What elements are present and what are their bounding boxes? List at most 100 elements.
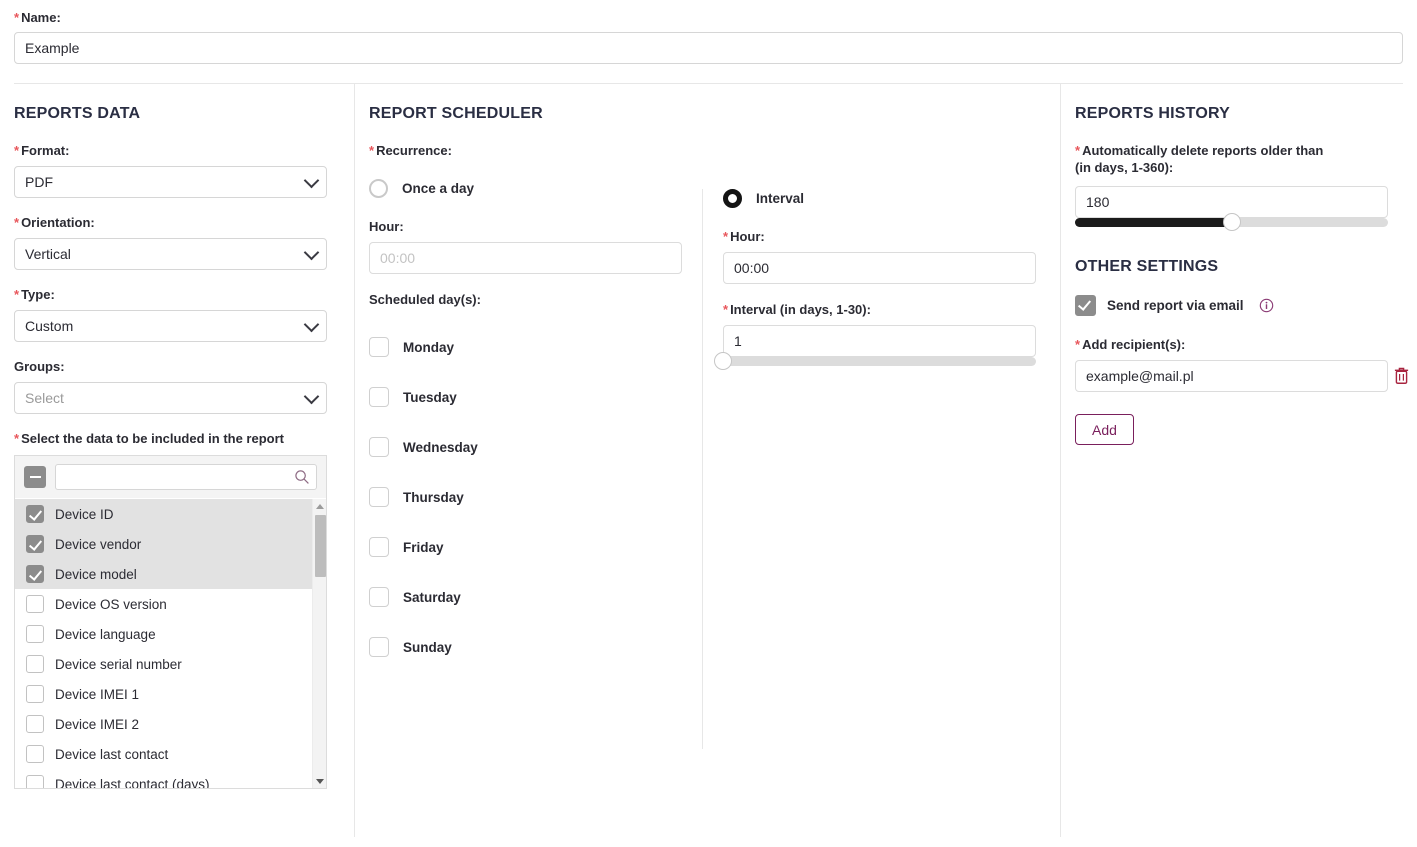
radio-interval-label: Interval bbox=[756, 191, 805, 206]
data-option-row[interactable]: Device last contact (days) bbox=[15, 769, 312, 788]
add-recipient-button[interactable]: Add bbox=[1075, 414, 1134, 445]
send-report-via-email-row[interactable]: Send report via email bbox=[1075, 295, 1403, 316]
info-icon[interactable] bbox=[1259, 298, 1274, 313]
data-option-checkbox[interactable] bbox=[26, 685, 44, 703]
name-input[interactable]: Example bbox=[14, 32, 1403, 64]
orientation-select[interactable]: Vertical bbox=[14, 238, 327, 270]
required-asterisk: * bbox=[14, 10, 20, 25]
scheduled-day-checkbox[interactable] bbox=[369, 587, 389, 607]
scheduled-day-row[interactable]: Friday bbox=[369, 522, 692, 572]
scheduled-day-label: Saturday bbox=[403, 589, 461, 605]
slider-knob[interactable] bbox=[1222, 213, 1241, 231]
data-option-checkbox[interactable] bbox=[26, 715, 44, 733]
required-asterisk: * bbox=[14, 143, 20, 158]
trash-icon[interactable] bbox=[1393, 366, 1410, 385]
interval-days-slider[interactable] bbox=[714, 352, 1036, 370]
required-asterisk: * bbox=[723, 302, 729, 317]
groups-label: Groups: bbox=[14, 359, 65, 374]
radio-interval-indicator[interactable] bbox=[723, 189, 742, 208]
scheduled-day-checkbox[interactable] bbox=[369, 637, 389, 657]
slider-knob[interactable] bbox=[714, 352, 732, 370]
data-search-wrapper[interactable] bbox=[55, 464, 317, 490]
format-select[interactable]: PDF bbox=[14, 166, 327, 198]
once-hour-input[interactable]: 00:00 bbox=[369, 242, 682, 274]
scheduled-day-label: Wednesday bbox=[403, 439, 478, 455]
scheduled-day-label: Monday bbox=[403, 339, 455, 355]
send-report-via-email-checkbox[interactable] bbox=[1075, 295, 1096, 316]
data-list-scrollbar[interactable] bbox=[312, 499, 326, 788]
interval-hour-input[interactable]: 00:00 bbox=[723, 252, 1036, 284]
data-option-row[interactable]: Device IMEI 1 bbox=[15, 679, 312, 709]
data-option-label: Device IMEI 2 bbox=[55, 716, 140, 732]
reports-history-column: REPORTS HISTORY * Automatically delete re… bbox=[1060, 84, 1417, 837]
data-picker-header bbox=[15, 456, 326, 498]
scheduled-day-row[interactable]: Tuesday bbox=[369, 372, 692, 422]
scheduled-day-row[interactable]: Thursday bbox=[369, 472, 692, 522]
required-asterisk: * bbox=[1075, 337, 1081, 352]
scheduled-days-label: Scheduled day(s): bbox=[369, 292, 481, 307]
slider-fill bbox=[1075, 218, 1232, 227]
data-option-row[interactable]: Device OS version bbox=[15, 589, 312, 619]
chevron-down-icon bbox=[303, 172, 320, 189]
type-select[interactable]: Custom bbox=[14, 310, 327, 342]
groups-select[interactable]: Select bbox=[14, 382, 327, 414]
data-option-row[interactable]: Device IMEI 2 bbox=[15, 709, 312, 739]
scheduled-day-row[interactable]: Wednesday bbox=[369, 422, 692, 472]
scrollbar-thumb[interactable] bbox=[314, 515, 326, 577]
scheduled-day-row[interactable]: Sunday bbox=[369, 622, 692, 672]
radio-once-a-day-label: Once a day bbox=[402, 181, 475, 196]
scheduled-day-label: Sunday bbox=[403, 639, 452, 655]
required-asterisk: * bbox=[1075, 143, 1081, 158]
data-option-label: Device last contact (days) bbox=[55, 776, 210, 789]
data-option-checkbox[interactable] bbox=[26, 745, 44, 763]
data-option-checkbox[interactable] bbox=[26, 655, 44, 673]
scheduled-day-checkbox[interactable] bbox=[369, 337, 389, 357]
radio-once-a-day-indicator[interactable] bbox=[369, 179, 388, 198]
scheduled-day-checkbox[interactable] bbox=[369, 437, 389, 457]
recipient-input[interactable]: example@mail.pl bbox=[1075, 360, 1388, 392]
data-option-label: Device IMEI 1 bbox=[55, 686, 140, 702]
scheduled-day-row[interactable]: Saturday bbox=[369, 572, 692, 622]
type-select-value: Custom bbox=[25, 318, 74, 334]
data-option-checkbox[interactable] bbox=[26, 505, 44, 523]
radio-interval[interactable]: Interval bbox=[723, 189, 1036, 208]
data-option-list[interactable]: Device ID Device vendor Device model Device… bbox=[15, 498, 326, 788]
auto-delete-label-line2: (in days, 1-360): bbox=[1075, 160, 1174, 175]
auto-delete-slider[interactable] bbox=[1075, 213, 1388, 231]
data-search-input[interactable] bbox=[56, 465, 316, 489]
radio-once-a-day[interactable]: Once a day bbox=[369, 179, 692, 198]
chevron-down-icon bbox=[303, 244, 320, 261]
required-asterisk: * bbox=[14, 287, 20, 302]
report-scheduler-column: REPORT SCHEDULER * Recurrence: Once a day… bbox=[354, 84, 1060, 837]
name-label: * Name: bbox=[14, 10, 61, 25]
interval-days-label: * Interval (in days, 1-30): bbox=[723, 302, 871, 317]
chevron-down-icon bbox=[303, 388, 320, 405]
scheduled-day-checkbox[interactable] bbox=[369, 537, 389, 557]
orientation-label: * Orientation: bbox=[14, 215, 95, 230]
data-option-row[interactable]: Device model bbox=[15, 559, 312, 589]
data-option-checkbox[interactable] bbox=[26, 535, 44, 553]
data-option-checkbox[interactable] bbox=[26, 595, 44, 613]
scheduled-day-checkbox[interactable] bbox=[369, 387, 389, 407]
data-option-checkbox[interactable] bbox=[26, 775, 44, 788]
scheduled-day-checkbox[interactable] bbox=[369, 487, 389, 507]
data-option-checkbox[interactable] bbox=[26, 625, 44, 643]
data-option-label: Device model bbox=[55, 566, 137, 582]
report-scheduler-title: REPORT SCHEDULER bbox=[369, 105, 543, 122]
reports-data-title: REPORTS DATA bbox=[14, 105, 141, 122]
data-option-row[interactable]: Device vendor bbox=[15, 529, 312, 559]
data-option-row[interactable]: Device last contact bbox=[15, 739, 312, 769]
scroll-down-arrow-icon[interactable] bbox=[313, 774, 326, 788]
data-option-row[interactable]: Device language bbox=[15, 619, 312, 649]
scheduled-day-row[interactable]: Monday bbox=[369, 322, 692, 372]
data-option-row[interactable]: Device serial number bbox=[15, 649, 312, 679]
data-picker: Device ID Device vendor Device model Device… bbox=[14, 455, 327, 789]
data-option-checkbox[interactable] bbox=[26, 565, 44, 583]
reports-data-column: REPORTS DATA * Format: PDF * Orientation: … bbox=[0, 84, 354, 837]
scroll-up-arrow-icon[interactable] bbox=[313, 499, 326, 513]
send-report-via-email-label: Send report via email bbox=[1107, 298, 1244, 313]
data-option-row[interactable]: Device ID bbox=[15, 499, 312, 529]
scheduled-day-label: Thursday bbox=[403, 489, 464, 505]
data-option-label: Device serial number bbox=[55, 656, 182, 672]
select-all-checkbox[interactable] bbox=[24, 466, 46, 488]
